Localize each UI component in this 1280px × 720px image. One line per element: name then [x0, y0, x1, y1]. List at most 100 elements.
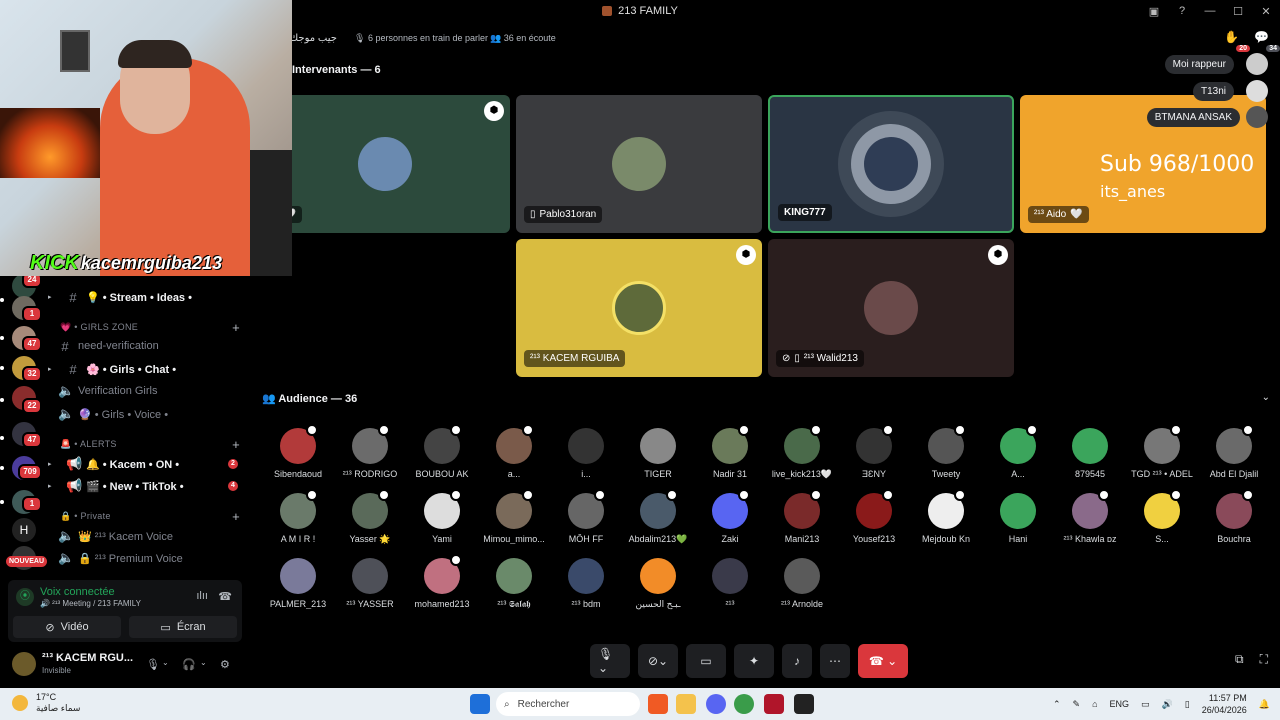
signal-icon[interactable]: ⦿ — [16, 588, 34, 606]
audience-member[interactable]: ²¹³ 𝕾𝖆𝖑𝖆𝖍 — [474, 558, 554, 618]
channel-stream-ideas[interactable]: ▸ # 💡 • Stream • Ideas • — [48, 287, 250, 307]
audience-member[interactable]: ²¹³ YASSER — [330, 558, 410, 618]
microphone-icon[interactable]: 🎙 — [146, 658, 160, 671]
speaker-request-pill[interactable]: T13ni — [1192, 82, 1234, 101]
speaker-request-pill[interactable]: Moi rappeur — [1164, 55, 1234, 74]
audience-member[interactable]: A M I R ! — [258, 489, 338, 553]
soundboard-icon[interactable]: ♪ — [782, 644, 812, 678]
channel-verification-girls[interactable]: 🔈 Verification Girls — [48, 381, 250, 401]
add-channel-icon[interactable]: + — [232, 320, 240, 335]
microphone-toggle[interactable]: 🎙⌄ — [590, 644, 630, 678]
screen-share-button[interactable]: ▭ Écran — [129, 616, 237, 638]
display-icon[interactable]: ▭ — [1141, 699, 1150, 710]
server-icon[interactable]: H — [12, 518, 36, 542]
adobe-icon[interactable] — [764, 694, 784, 714]
disconnect-icon[interactable]: ☎ — [218, 590, 232, 603]
avatar[interactable] — [12, 652, 36, 676]
audience-member[interactable]: ²¹³ RODRIGO — [330, 424, 410, 488]
battery-icon[interactable]: ▯ — [1185, 699, 1190, 710]
pen-icon[interactable]: ✎ — [1073, 699, 1081, 710]
raise-hand-icon[interactable]: ✋ 20 — [1224, 30, 1250, 52]
audience-member[interactable]: ²¹³ — [690, 558, 770, 618]
avatar[interactable] — [1246, 106, 1268, 128]
more-options-icon[interactable]: ⋯ — [820, 644, 850, 678]
popout-icon[interactable]: ⧉ — [1235, 652, 1244, 667]
help-icon[interactable]: ? — [1168, 5, 1196, 17]
audience-member[interactable]: ²¹³ Khawla ᴅz — [1050, 489, 1130, 553]
channel-premium-voice[interactable]: 🔈 🔒 ²¹³ Premium Voice — [48, 548, 250, 568]
clock[interactable]: 11:57 PM 26/04/2026 — [1202, 692, 1247, 716]
speaker-tile[interactable]: ▯ Pablo31oran — [516, 95, 762, 233]
audience-member[interactable]: Hani — [978, 493, 1058, 553]
audience-member[interactable]: Tweety — [906, 424, 986, 488]
inbox-icon[interactable]: ▣ — [1140, 5, 1168, 18]
headphones-icon[interactable]: 🎧 — [182, 658, 196, 671]
audience-member[interactable]: live_kick213🤍 — [762, 424, 842, 488]
audience-header[interactable]: 👥 Audience — 36 — [262, 392, 357, 405]
gear-icon[interactable]: ⚙ — [220, 658, 230, 671]
add-channel-icon[interactable]: + — [232, 509, 240, 524]
channel-girls-voice[interactable]: 🔈 🔮 • Girls • Voice • — [48, 404, 250, 424]
video-button[interactable]: ⊘ Vidéo — [13, 616, 121, 638]
category-alerts[interactable]: 🚨 • ALERTS + — [60, 436, 240, 452]
audience-member[interactable]: Abd El Djalil — [1194, 424, 1274, 488]
audience-member[interactable]: Zaki — [690, 489, 770, 553]
channel-girls-chat[interactable]: ▸ # 🌸 • Girls • Chat • — [48, 359, 250, 379]
add-channel-icon[interactable]: + — [232, 437, 240, 452]
discord-icon[interactable] — [706, 694, 726, 714]
audience-member[interactable]: i... — [546, 428, 626, 488]
speaker-tile[interactable]: ⬢ ²¹³ KACEM RGUIBA — [516, 239, 762, 377]
audience-member[interactable]: mohamed213 — [402, 554, 482, 618]
audience-member[interactable]: Mejdoub Kn — [906, 489, 986, 553]
minimize-button[interactable]: — — [1196, 5, 1224, 17]
audience-member[interactable]: 879545 — [1050, 428, 1130, 488]
windows-start-icon[interactable] — [470, 694, 490, 714]
chevron-down-icon[interactable]: ⌄ — [200, 658, 207, 667]
audience-member[interactable]: Abdalim213💚 — [618, 489, 698, 553]
audience-member[interactable]: Yousef213 — [834, 489, 914, 553]
channel-need-verification[interactable]: # need-verification — [48, 336, 250, 356]
audience-member[interactable]: ²¹³ Arnolde — [762, 558, 842, 618]
channel-kacem-on[interactable]: ▸ 📢 🔔 • Kacem • ON • 2 — [48, 454, 250, 474]
voice-channel-path[interactable]: 🔊 ²¹³ Meeting / 213 FAMILY — [40, 599, 141, 608]
camera-toggle[interactable]: ⊘⌄ — [638, 644, 678, 678]
speaker-tile-active[interactable]: KING777 — [768, 95, 1014, 233]
category-girls-zone[interactable]: 💗 • GIRLS ZONE + — [60, 319, 240, 335]
audience-member[interactable]: A... — [978, 424, 1058, 488]
file-explorer-icon[interactable] — [676, 694, 696, 714]
app-icon[interactable] — [794, 694, 814, 714]
audience-member[interactable]: ²¹³ bdm — [546, 558, 626, 618]
audience-member[interactable]: S... — [1122, 489, 1202, 553]
channel-new-tiktok[interactable]: ▸ 📢 🎬 • New • TikTok • 4 — [48, 476, 250, 496]
audience-member[interactable]: MÔH FF — [546, 489, 626, 553]
audience-member[interactable]: PALMER_213 — [258, 558, 338, 618]
user-name[interactable]: ²¹³ KACEM RGU... — [42, 652, 133, 664]
audience-member[interactable]: Mani213 — [762, 489, 842, 553]
screen-share-icon[interactable]: ▭ — [686, 644, 726, 678]
audience-member[interactable]: Yami — [402, 489, 482, 553]
audience-member[interactable]: ƎƐNY — [834, 424, 914, 488]
audience-member[interactable]: ـبـح الحسين — [618, 558, 698, 618]
audience-member[interactable]: Bouchra — [1194, 489, 1274, 553]
notification-icon[interactable]: 🔔 — [1259, 699, 1270, 710]
language-indicator[interactable]: ENG — [1110, 699, 1130, 709]
channel-kacem-voice[interactable]: 🔈 👑 ²¹³ Kacem Voice — [48, 526, 250, 546]
avatar[interactable] — [1246, 80, 1268, 102]
speaker-request-pill[interactable]: BTMANA ANSAK — [1146, 108, 1240, 127]
audience-member[interactable]: a... — [474, 424, 554, 488]
volume-icon[interactable]: 🔊 — [1162, 699, 1173, 710]
fullscreen-icon[interactable]: ⛶ — [1260, 652, 1268, 667]
members-icon[interactable]: 💬 34 — [1254, 30, 1280, 52]
audience-member[interactable]: Sibendaoud — [258, 424, 338, 488]
audience-member[interactable]: Mimou_mimo... — [474, 489, 554, 553]
avatar[interactable] — [1246, 53, 1268, 75]
leave-call-button[interactable]: ☎ ⌄ — [858, 644, 908, 678]
chevron-down-icon[interactable]: ⌄ — [162, 658, 169, 667]
audience-member[interactable]: Nadir 31 — [690, 424, 770, 488]
audience-member[interactable]: BOUBOU AK — [402, 424, 482, 488]
audience-member[interactable]: TGD ²¹³ • ADEL — [1122, 424, 1202, 488]
chrome-icon[interactable] — [734, 694, 754, 714]
speaker-tile[interactable]: ⬢ d🤍 — [260, 95, 510, 233]
noise-suppression-icon[interactable]: ılıı — [196, 590, 208, 602]
network-icon[interactable]: ⌂ — [1092, 699, 1097, 709]
